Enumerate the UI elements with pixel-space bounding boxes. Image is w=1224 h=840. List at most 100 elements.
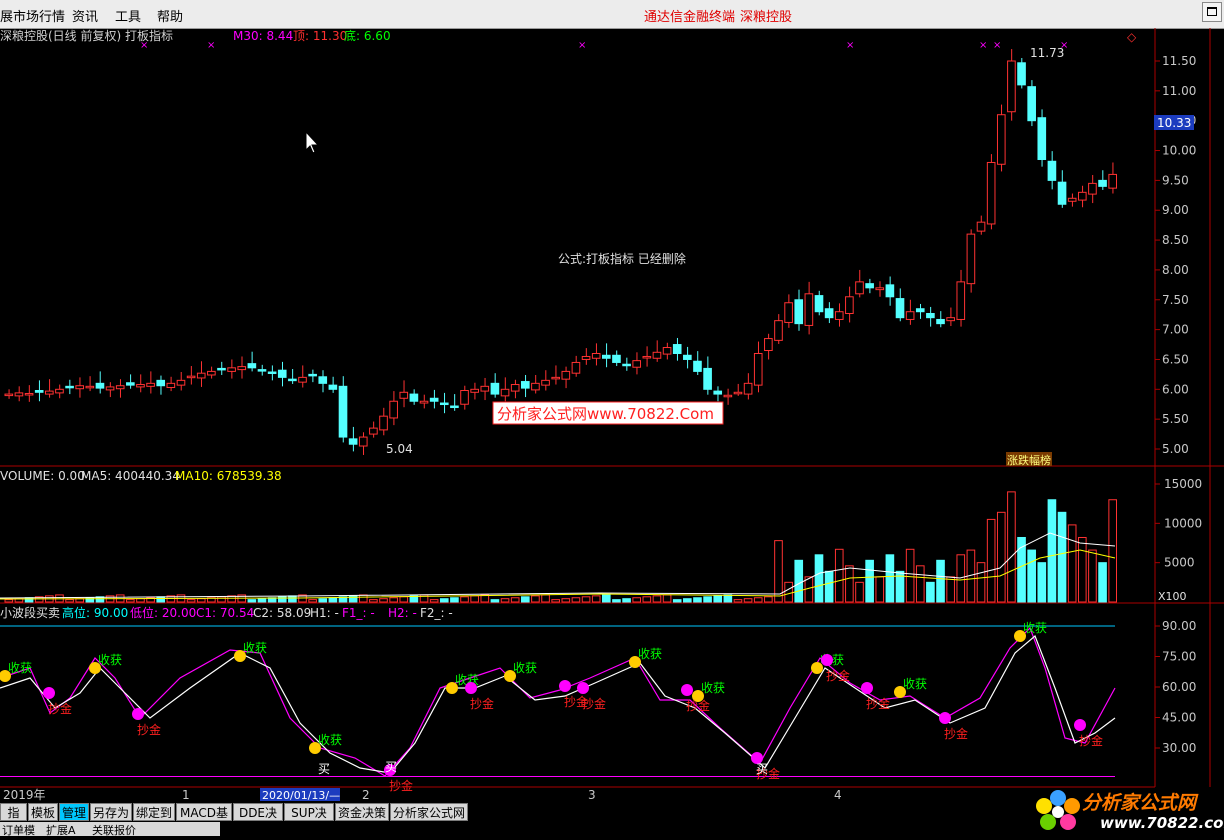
indicator-lines [0, 626, 1116, 777]
volume-bar [1057, 511, 1067, 603]
volume-bar [662, 594, 672, 603]
mouse-cursor-icon [305, 130, 320, 154]
volume-bar [764, 596, 773, 603]
volume-bar [4, 599, 14, 603]
candle-body [602, 354, 611, 359]
candle-body [126, 382, 135, 386]
candle-body [267, 371, 277, 374]
volume-bar [622, 598, 631, 603]
tab-manage[interactable]: 管理 [59, 803, 89, 821]
candle-body [4, 393, 14, 397]
c1-line [0, 626, 1116, 777]
volume-bar [399, 596, 409, 603]
candle-body [1108, 173, 1117, 189]
volume-bar [450, 597, 459, 603]
volume-bar [845, 565, 854, 603]
volume-bar [429, 599, 439, 603]
volume-bars [4, 491, 1117, 603]
tab-macd[interactable]: MACD基本 [176, 803, 232, 838]
volume-bar [693, 597, 702, 603]
candle-body [338, 385, 348, 438]
tab-fund[interactable]: 资金决策 [335, 803, 389, 821]
gold-signal-label: 抄金 [944, 726, 968, 741]
menu-market[interactable]: 展市场行情 [0, 6, 65, 25]
menu-tools[interactable]: 工具 [115, 6, 141, 25]
h2-label: H2: - [388, 606, 417, 620]
candle-body [976, 221, 986, 232]
tab-save-as[interactable]: 另存为 [90, 803, 132, 821]
candle-body [774, 320, 783, 341]
time-label-month-1: 1 [182, 788, 190, 802]
indicator-levels [0, 625, 1115, 777]
volume-bar [996, 511, 1006, 603]
price-tick-label: 8.50 [1162, 233, 1189, 247]
time-cursor-date: 2020/01/13/— [262, 789, 340, 802]
candle-body [14, 392, 24, 397]
stock-chart[interactable]: 11.5011.0010.5010.009.509.008.508.007.50… [0, 28, 1224, 802]
volume-bar [328, 597, 338, 603]
tab-formula-site[interactable]: 分析家公式网 [390, 803, 468, 821]
candle-body [85, 385, 95, 389]
gold-signal-label: 抄金 [826, 668, 850, 683]
volume-bar [602, 594, 611, 603]
sub-tab-strip: 订单模 扩展A 关联报价 [0, 822, 220, 837]
time-label-month-4: 4 [834, 788, 842, 802]
bottom-label: 底: 6.60 [344, 28, 391, 43]
tab-dde[interactable]: DDE决策 [233, 803, 283, 838]
candle-body [358, 436, 368, 447]
candle-body [439, 402, 449, 406]
tab-template[interactable]: 模板 [28, 803, 58, 821]
price-tick-label: 11.50 [1162, 54, 1196, 68]
tab-sup[interactable]: SUP决策 [284, 803, 334, 838]
candle-body [753, 352, 763, 386]
maximize-button[interactable] [1202, 2, 1222, 22]
sell-signal-label: 收获 [98, 653, 122, 667]
indicator-tick-label: 45.00 [1162, 711, 1196, 725]
candle-body [915, 308, 925, 313]
candle-body [986, 161, 996, 225]
candle-body [966, 233, 976, 285]
candle-body [176, 379, 186, 386]
volume-bar [358, 594, 368, 603]
indicator-header: 小波段买卖 高位: 90.00 低位: 20.00 C1: 70.54 C2: … [0, 605, 453, 620]
gold-flower-icon [1074, 719, 1086, 731]
menu-help[interactable]: 帮助 [157, 6, 183, 25]
watermark-banner: 分析家公式网www.70822.Com [492, 401, 724, 425]
candle-body [75, 385, 85, 390]
tab-indicator[interactable]: 指标 [0, 803, 27, 838]
menu-news[interactable]: 资讯 [72, 6, 98, 25]
gold-signal-label: 抄金 [389, 778, 413, 793]
candle-body [956, 281, 966, 320]
price-tick-label: 6.00 [1162, 382, 1189, 396]
candle-body [612, 354, 621, 363]
volume-tick-label: 5000 [1164, 556, 1195, 570]
candle-body [713, 390, 723, 395]
volume-bar [551, 599, 561, 603]
watermark-text: 分析家公式网www.70822.Com [497, 405, 714, 423]
diamond-icon[interactable]: ◇ [1127, 30, 1137, 44]
current-price-text: 10.33 [1157, 116, 1191, 130]
c1-label: C1: 70.54 [196, 606, 254, 620]
candle-body [288, 378, 297, 382]
volume-bar [520, 596, 530, 603]
price-tick-label: 6.50 [1162, 352, 1189, 366]
volume-bar [470, 595, 479, 603]
volume-bar [753, 597, 763, 603]
candle-body [217, 367, 226, 371]
candle-body [591, 352, 601, 359]
candle-body [1067, 197, 1077, 202]
tab-bind-to[interactable]: 绑定到 [133, 803, 175, 821]
time-label-month-2: 2 [362, 788, 370, 802]
candle-body [683, 354, 692, 360]
rank-badge[interactable]: 涨跌幅榜 [1006, 452, 1052, 467]
volume-bar [743, 598, 753, 603]
volume-bar [794, 559, 804, 603]
ma10-label: MA10: 678539.38 [175, 469, 282, 483]
sell-signal-label: 收获 [1023, 621, 1047, 635]
candle-body [693, 360, 702, 372]
volume-bar [156, 596, 166, 603]
candle-body [298, 376, 307, 383]
gold-signal-label: 抄金 [470, 696, 494, 711]
volume-bar [1077, 536, 1087, 603]
top-label: 顶: 11.30 [293, 29, 347, 43]
